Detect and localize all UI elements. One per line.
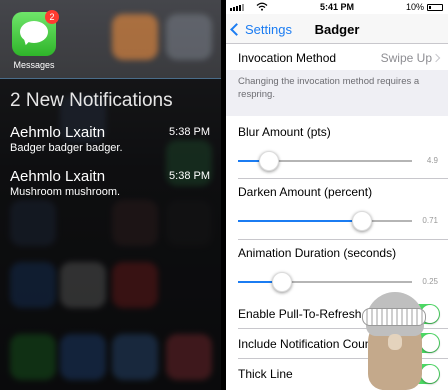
- slider-label: Blur Amount (pts): [238, 125, 331, 139]
- row-label: Invocation Method: [238, 51, 337, 65]
- shutter-shades-icon: [362, 308, 426, 326]
- darken-amount-row: Darken Amount (percent) 0.71: [226, 179, 448, 239]
- blur-amount-row: Blur Amount (pts) 4.9: [226, 116, 448, 178]
- status-bar: 5:41 PM 10%: [226, 0, 448, 14]
- navigation-bar: Settings Badger: [226, 14, 448, 44]
- notification-body: Mushroom mushroom.: [10, 186, 121, 198]
- slider-value: 0.71: [422, 216, 438, 225]
- notification-time: 5:38 PM: [169, 126, 210, 138]
- app-label: Messages: [13, 60, 55, 70]
- notification-item[interactable]: Aehmlo Lxaitn 5:38 PM Badger badger badg…: [10, 124, 210, 154]
- divider: [0, 78, 221, 79]
- notification-time: 5:38 PM: [169, 170, 210, 182]
- slider-thumb[interactable]: [271, 272, 292, 292]
- notification-body: Badger badger badger.: [10, 142, 123, 154]
- row-value: Swipe Up: [380, 51, 432, 65]
- animation-duration-row: Animation Duration (seconds) 0.25: [226, 240, 448, 300]
- chevron-right-icon: [431, 53, 441, 63]
- invocation-method-row[interactable]: Invocation Method Swipe Up: [226, 44, 448, 70]
- slider-thumb[interactable]: [259, 151, 280, 171]
- slider-value: 0.25: [422, 277, 438, 286]
- notification-overlay: 2 Messages 2 New Notifications Aehmlo Lx…: [0, 0, 221, 390]
- badger-mascot-icon: [362, 292, 426, 390]
- notification-heading: 2 New Notifications: [10, 90, 173, 111]
- notification-item[interactable]: Aehmlo Lxaitn 5:38 PM Mushroom mushroom.: [10, 168, 210, 198]
- notification-badge: 2: [45, 10, 59, 24]
- battery-percent: 10%: [405, 2, 424, 12]
- page-title: Badger: [314, 22, 360, 37]
- slider-label: Animation Duration (seconds): [238, 246, 397, 260]
- blur-amount-slider[interactable]: [238, 151, 412, 171]
- battery-icon: [427, 4, 443, 11]
- slider-thumb[interactable]: [351, 211, 372, 231]
- animation-duration-slider[interactable]: [238, 272, 412, 292]
- respring-note: Changing the invocation method requires …: [226, 70, 448, 116]
- slider-value: 4.9: [426, 156, 438, 165]
- toggle-label: Thick Line: [238, 367, 293, 381]
- darken-amount-slider[interactable]: [238, 211, 412, 231]
- toggle-label: Include Notification Count: [238, 337, 375, 351]
- toggle-label: Enable Pull-To-Refresh: [238, 307, 362, 321]
- slider-label: Darken Amount (percent): [238, 185, 373, 199]
